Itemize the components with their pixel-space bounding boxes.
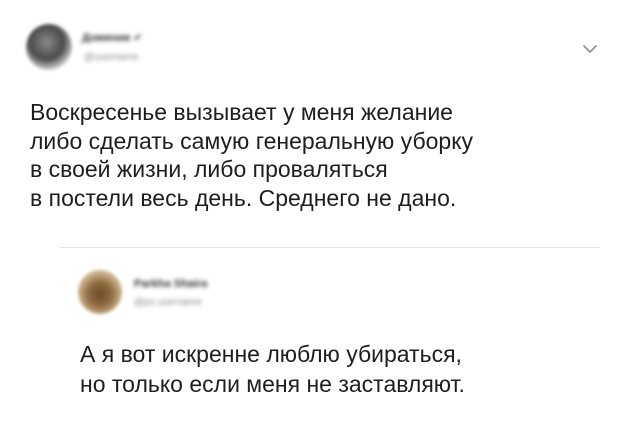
reply-author-handle[interactable]: @ps.username [134, 297, 202, 308]
tweet-text-line: в своей жизни, либо проваляться [30, 156, 388, 182]
reply-author-name[interactable]: Parkha Shaira [134, 278, 207, 290]
avatar[interactable] [26, 24, 72, 70]
reply-text-line: А я вот искренне люблю убираться, [80, 341, 462, 367]
tweet-text-line: в постели весь день. Среднего не дано. [30, 184, 457, 211]
author-handle[interactable]: @username [84, 52, 139, 63]
chevron-down-icon[interactable] [582, 43, 598, 55]
divider [60, 247, 600, 248]
tweet-text: Воскресенье вызывает у меня желание либо… [30, 98, 600, 212]
tweet-text-line: либо сделать самую генеральную уборку [30, 127, 474, 154]
tweet-text-line: Воскресенье вызывает у меня желание [30, 99, 453, 125]
reply-avatar[interactable] [78, 270, 122, 314]
tweet-card: Доминик ✔ @username Воскресенье вызывает… [0, 0, 620, 250]
author-name[interactable]: Доминик ✔ [82, 31, 143, 44]
reply-text: А я вот искренне люблю убираться, но тол… [80, 339, 600, 399]
reply-text-line: но только если меня не заставляют. [80, 371, 465, 397]
